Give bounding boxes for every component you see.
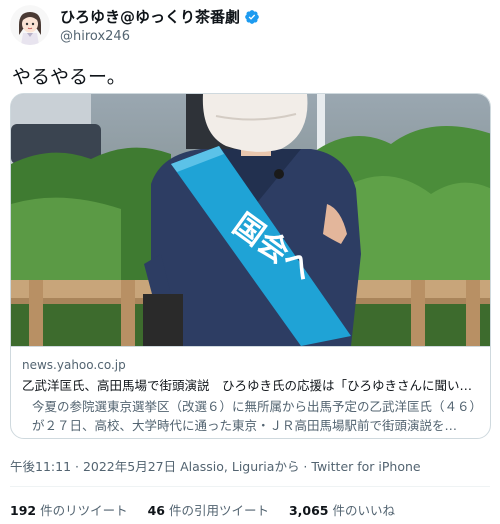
meta-separator: · — [71, 459, 83, 474]
tweet-header: ひろゆき@ゆっくり茶番劇 @hirox246 — [10, 5, 490, 47]
link-card[interactable]: 国会へ news.yahoo.co.jp 乙武洋匡氏、高田馬場で街頭演説 ひろゆ… — [10, 93, 491, 439]
verified-badge-icon — [245, 9, 259, 24]
tweet-meta: 午後11:11 · 2022年5月27日 Alassio, Liguriaから … — [10, 456, 421, 475]
quotes-label: 件の引用ツイート — [164, 503, 269, 518]
retweets-count: 192 — [10, 503, 37, 518]
card-meta[interactable]: news.yahoo.co.jp 乙武洋匡氏、高田馬場で街頭演説 ひろゆき氏の応… — [11, 346, 490, 438]
quotes-count: 46 — [147, 503, 165, 518]
likes-label: 件のいいね — [328, 503, 395, 518]
likes-stat[interactable]: 3,065 件のいいね — [289, 500, 395, 519]
user-info: ひろゆき@ゆっくり茶番劇 @hirox246 — [60, 6, 260, 44]
tweet-source[interactable]: Twitter for iPhone — [311, 459, 420, 474]
card-image[interactable]: 国会へ — [11, 94, 491, 346]
card-domain: news.yahoo.co.jp — [22, 358, 126, 372]
meta-separator: · — [299, 459, 312, 474]
retweets-label: 件のリツイート — [36, 503, 128, 518]
tweet-location[interactable]: Alassio, Liguriaから — [176, 459, 299, 474]
tweet-date[interactable]: 2022年5月27日 — [83, 459, 176, 474]
tweet-time[interactable]: 午後11:11 — [10, 459, 71, 474]
divider — [10, 486, 490, 487]
card-title: 乙武洋匡氏、高田馬場で街頭演説 ひろゆき氏の応援は「ひろゆきさんに聞い… — [22, 378, 473, 393]
card-description: 今夏の参院選東京選挙区（改選６）に無所属から出馬予定の乙武洋匡氏（４６）が２７日… — [32, 399, 476, 433]
name-row: ひろゆき@ゆっくり茶番劇 — [60, 6, 260, 27]
author-handle[interactable]: @hirox246 — [60, 29, 260, 44]
likes-count: 3,065 — [288, 503, 329, 518]
author-display-name[interactable]: ひろゆき@ゆっくり茶番劇 — [60, 6, 240, 27]
tweet-stats: 192 件のリツイート 46 件の引用ツイート 3,065 件のいいね — [10, 500, 415, 519]
tweet-text: やるやるー。 — [12, 66, 126, 88]
retweets-stat[interactable]: 192 件のリツイート — [10, 500, 128, 519]
avatar[interactable] — [10, 5, 50, 45]
avatar-image — [10, 5, 50, 45]
quotes-stat[interactable]: 46 件の引用ツイート — [148, 500, 269, 519]
